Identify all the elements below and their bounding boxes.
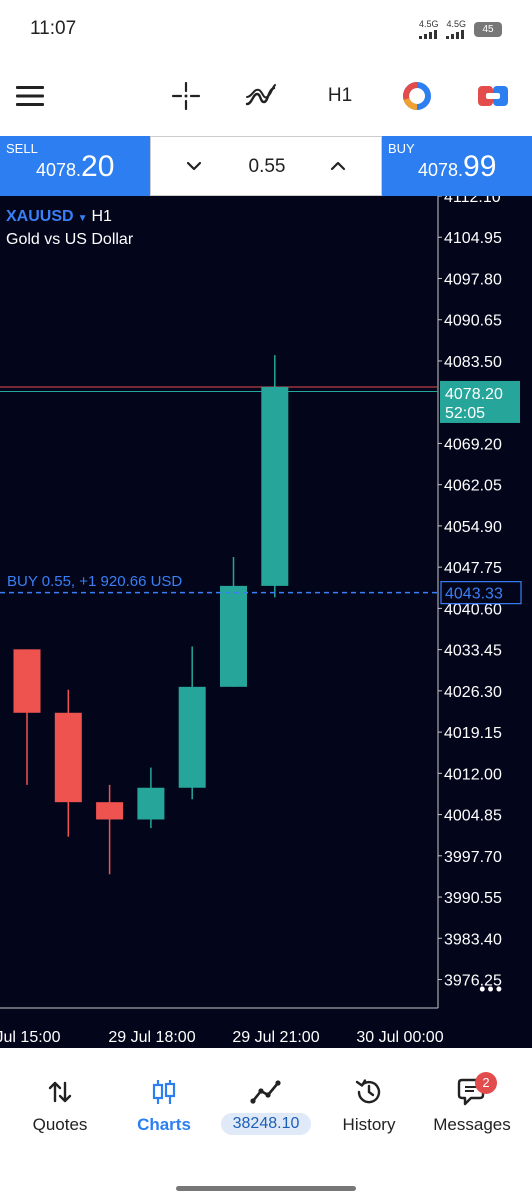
time-axis-label: Jul 15:00: [0, 1029, 61, 1046]
candle-body: [96, 802, 124, 820]
chevron-up-icon[interactable]: [325, 153, 351, 179]
status-icons: 4.5G 4.5G 45: [418, 19, 502, 39]
nav-charts[interactable]: Charts: [128, 1074, 200, 1135]
chart-timeframe: H1: [91, 208, 112, 225]
price-tick-label: 3990.55: [444, 890, 502, 907]
price-tick-label: 4083.50: [444, 354, 502, 371]
price-tick-label: 4047.75: [444, 560, 502, 577]
nav-balance-label: 38248.10: [220, 1113, 312, 1135]
chart-symbol[interactable]: XAUUSD: [6, 208, 74, 225]
signal-icon: 4.5G: [418, 19, 439, 39]
time-axis-label: 29 Jul 18:00: [108, 1029, 195, 1046]
nav-messages[interactable]: 2 Messages: [424, 1072, 520, 1135]
battery-icon: 45: [474, 22, 502, 37]
symbol-dropdown-icon[interactable]: ▼: [78, 213, 88, 224]
timeframe-button[interactable]: H1: [322, 78, 358, 114]
menu-icon[interactable]: [14, 78, 46, 114]
sell-button[interactable]: SELL 4078.20: [0, 136, 150, 196]
price-tick-label: 3983.40: [444, 931, 502, 948]
nav-quotes-label: Quotes: [32, 1115, 88, 1134]
chart-type-icon[interactable]: [400, 78, 434, 114]
candle-body: [137, 787, 165, 820]
trade-icon[interactable]: [476, 78, 510, 114]
price-tick-label: 3997.70: [444, 849, 502, 866]
quotes-icon: [47, 1074, 73, 1110]
sell-price-big: 20: [81, 150, 115, 183]
chart-toolbar: H1: [0, 60, 532, 136]
signal-label: 4.5G: [446, 19, 466, 29]
candle-timer-text: 52:05: [445, 405, 485, 422]
buy-price-big: 99: [463, 150, 497, 183]
messages-icon: 2: [455, 1072, 497, 1110]
buy-label: BUY: [388, 141, 415, 156]
price-tick-label: 4026.30: [444, 684, 502, 701]
price-tick-label: 4104.95: [444, 230, 502, 247]
nav-trade[interactable]: 38248.10: [216, 1074, 316, 1135]
crosshair-icon[interactable]: [170, 78, 202, 114]
candlestick-chart[interactable]: 4112.10 4104.95 4097.80 4090.65 4083.50 4069.…: [0, 196, 532, 1048]
chart-symbol-line: XAUUSD ▼ H1: [6, 208, 112, 226]
buy-price: 4078.99: [418, 150, 496, 184]
price-tick-label: 4069.20: [444, 436, 502, 453]
status-time: 11:07: [30, 18, 77, 39]
entry-price-text: 4043.33: [445, 586, 503, 603]
lot-selector: 0.55: [150, 136, 382, 196]
sell-label: SELL: [6, 141, 38, 156]
chart-area[interactable]: 4112.10 4104.95 4097.80 4090.65 4083.50 4069.…: [0, 196, 532, 1048]
candle-body: [178, 686, 206, 788]
chart-description: Gold vs US Dollar: [6, 231, 134, 248]
bottom-navigation: Quotes Charts 38248.10 History 2 Message…: [0, 1048, 532, 1200]
charts-icon: [151, 1074, 177, 1110]
price-tick-label: 4062.05: [444, 478, 502, 495]
sell-price: 4078.20: [36, 150, 114, 184]
buy-price-main: 4078.: [418, 160, 464, 180]
candle-body: [54, 712, 82, 803]
price-tick-label: 4054.90: [444, 519, 502, 536]
buy-button[interactable]: BUY 4078.99: [382, 136, 532, 196]
more-icon[interactable]: •••: [479, 979, 504, 1000]
history-icon: [354, 1074, 384, 1110]
price-tick-label: 4090.65: [444, 313, 502, 330]
nav-history-label: History: [342, 1115, 396, 1134]
price-tick-label: 4112.10: [444, 196, 501, 206]
current-price-text: 4078.20: [445, 386, 503, 403]
trade-chart-icon: [250, 1074, 282, 1110]
position-label[interactable]: BUY 0.55, +1 920.66 USD: [7, 573, 182, 590]
home-indicator[interactable]: [176, 1186, 356, 1191]
sell-price-main: 4078.: [36, 160, 82, 180]
timeframe-label: H1: [327, 85, 353, 106]
price-tick-label: 4004.85: [444, 808, 502, 825]
candle-body: [261, 386, 289, 586]
price-tick-label: 4033.45: [444, 643, 502, 660]
messages-badge: 2: [475, 1072, 497, 1094]
candle-body: [13, 649, 41, 713]
price-tick-label: 4019.15: [444, 725, 502, 742]
time-axis-label: 30 Jul 00:00: [356, 1029, 443, 1046]
nav-history[interactable]: History: [332, 1074, 406, 1135]
trade-bar: SELL 4078.20 0.55 BUY 4078.99: [0, 136, 532, 196]
candle-body: [220, 585, 247, 687]
nav-messages-label: Messages: [433, 1115, 511, 1134]
time-axis-label: 29 Jul 21:00: [232, 1029, 319, 1046]
nav-quotes[interactable]: Quotes: [24, 1074, 96, 1135]
price-tick-label: 4012.00: [444, 766, 502, 783]
nav-charts-label: Charts: [137, 1115, 191, 1134]
price-tick-label: 4097.80: [444, 271, 502, 288]
indicators-icon[interactable]: [244, 78, 278, 114]
signal-icon: 4.5G: [446, 20, 466, 39]
signal-label: 4.5G: [418, 19, 439, 29]
status-bar: 11:07 4.5G 4.5G 45: [0, 0, 532, 60]
